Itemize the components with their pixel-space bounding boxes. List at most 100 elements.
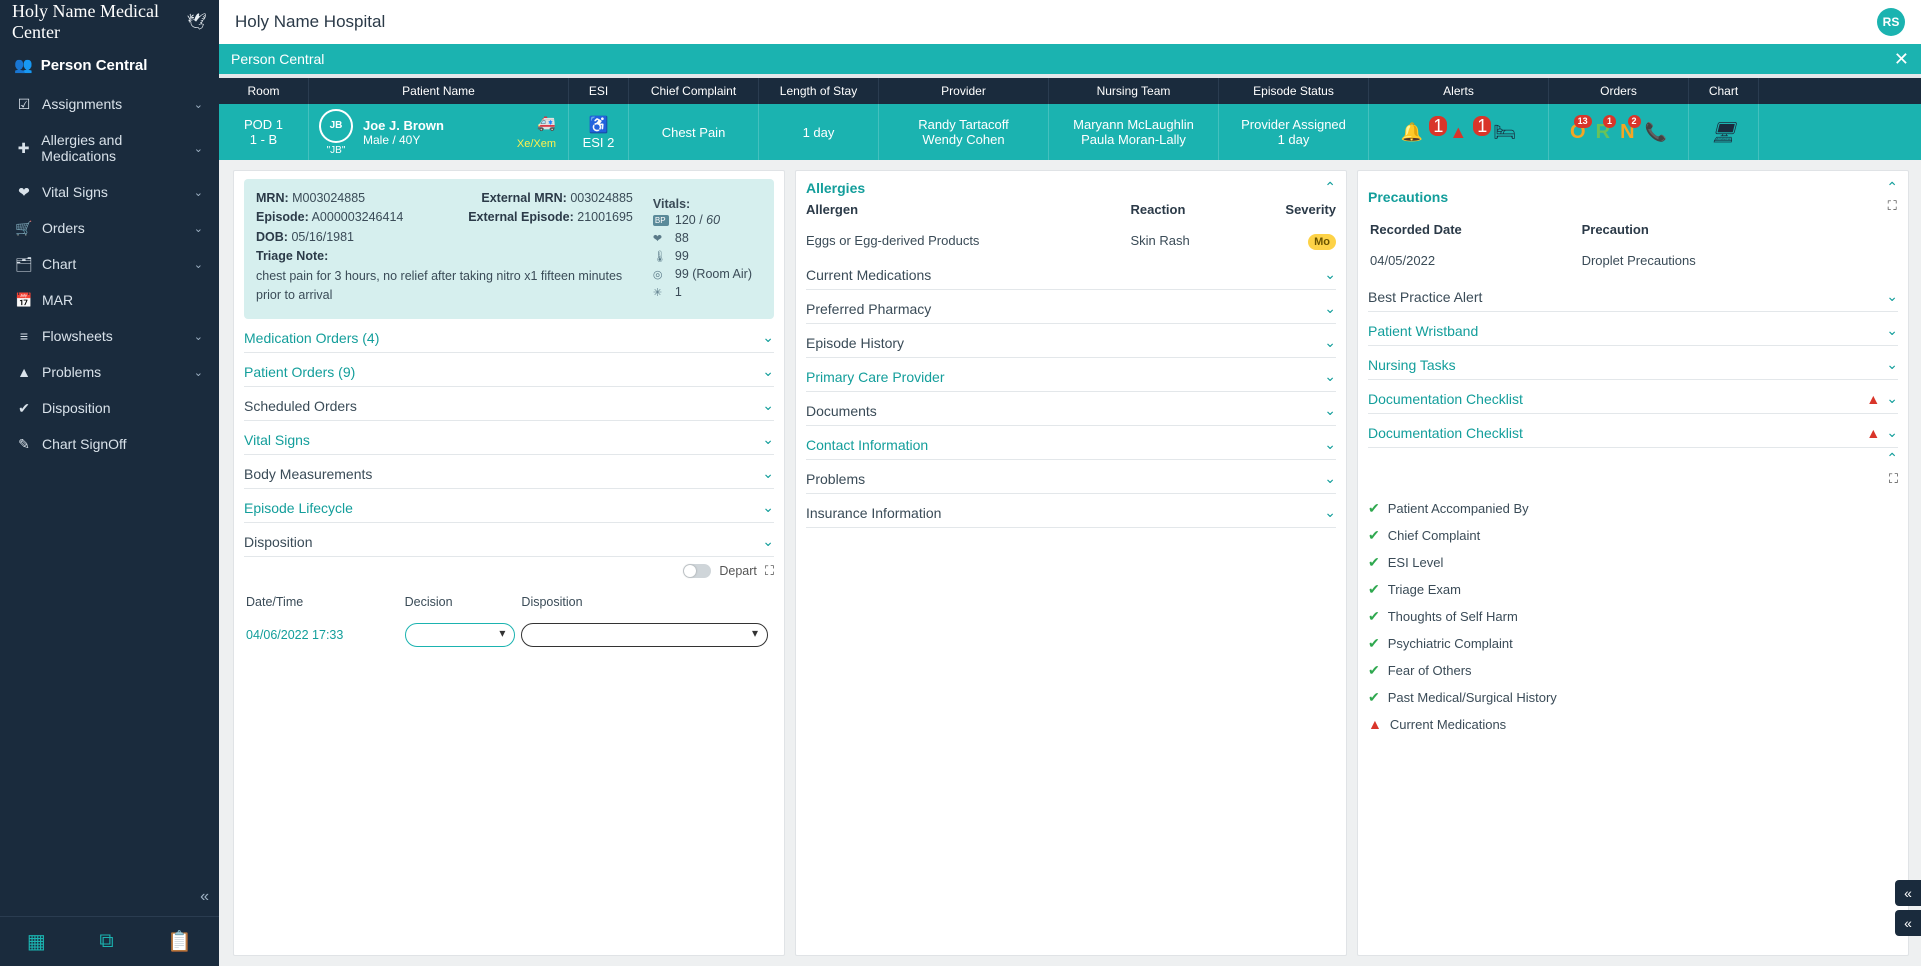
alert-badge: 1 xyxy=(1473,116,1491,136)
alerts-cell: 🔔1 ▲1 🛏 xyxy=(1369,104,1549,160)
checklist-item[interactable]: ✔Patient Accompanied By xyxy=(1368,495,1898,522)
length-of-stay: 1 day xyxy=(759,104,879,160)
sidebar-item-disposition[interactable]: ✔Disposition xyxy=(0,390,219,426)
close-icon[interactable]: ✕ xyxy=(1894,49,1909,70)
vitals-card: Vitals: BP 120 / 60 ❤88 🌡99 ◎99 (Room Ai… xyxy=(643,189,762,309)
orders-r[interactable]: R1 xyxy=(1596,121,1610,144)
allergies-table: Allergen Reaction Severity Eggs or Egg-d… xyxy=(806,196,1336,256)
chart-cell[interactable]: 🖥 xyxy=(1689,104,1759,160)
checklist-item[interactable]: ✔Psychiatric Complaint xyxy=(1368,630,1898,657)
logo: Holy Name Medical Center 🕊 xyxy=(0,0,219,44)
orders-n[interactable]: N2 xyxy=(1620,121,1634,144)
chevron-down-icon: ⌄ xyxy=(1324,402,1336,419)
chevron-down-icon: ⌄ xyxy=(1886,322,1898,339)
popout-icon[interactable]: ⧉ xyxy=(99,930,113,953)
dispo-datetime[interactable]: 04/06/2022 17:33 xyxy=(246,617,403,653)
orders-o[interactable]: O13 xyxy=(1570,121,1586,144)
person-central-label: Person Central xyxy=(231,51,324,67)
precautions-title: Precautions xyxy=(1368,189,1448,205)
allergy-row: Eggs or Egg-derived Products Skin Rash M… xyxy=(806,225,1336,256)
sidebar-item-assignments[interactable]: ☑Assignments⌄ xyxy=(0,86,219,122)
checklist-item[interactable]: ✔Triage Exam xyxy=(1368,576,1898,603)
provider-cell: Randy Tartacoff Wendy Cohen xyxy=(879,104,1049,160)
section-patient-orders-[interactable]: Patient Orders (9)⌄ xyxy=(244,353,774,387)
bell-icon[interactable]: 🔔1 xyxy=(1401,122,1441,143)
section-title: Documentation Checklist xyxy=(1368,391,1523,407)
nav-icon: ✎ xyxy=(16,436,32,452)
chevron-down-icon: ⌄ xyxy=(762,397,774,414)
section-primary-care-provider[interactable]: Primary Care Provider⌄ xyxy=(806,358,1336,392)
section-title: Medication Orders (4) xyxy=(244,330,379,346)
section-preferred-pharmacy[interactable]: Preferred Pharmacy⌄ xyxy=(806,290,1336,324)
sidebar-item-chart[interactable]: 🗂Chart⌄ xyxy=(0,246,219,282)
sidebar-item-chart-signoff[interactable]: ✎Chart SignOff xyxy=(0,426,219,462)
expand-icon[interactable]: ⛶ xyxy=(765,563,774,579)
fallrisk-icon[interactable]: 🛏 xyxy=(1493,122,1516,143)
section-contact-information[interactable]: Contact Information⌄ xyxy=(806,426,1336,460)
prec-th-date: Recorded Date xyxy=(1370,216,1580,243)
section-medication-orders-[interactable]: Medication Orders (4)⌄ xyxy=(244,319,774,353)
nurse-2: Paula Moran-Lally xyxy=(1081,132,1186,147)
section-current-medications[interactable]: Current Medications⌄ xyxy=(806,256,1336,290)
alert-triangle-icon[interactable]: ▲1 xyxy=(1449,122,1485,143)
section-documents[interactable]: Documents⌄ xyxy=(806,392,1336,426)
checklist-item[interactable]: ✔Chief Complaint xyxy=(1368,522,1898,549)
check-ok-icon: ✔ xyxy=(1368,608,1380,625)
sidebar-item-mar[interactable]: 📅MAR xyxy=(0,282,219,318)
disposition-title: Disposition xyxy=(244,534,312,550)
section-episode-history[interactable]: Episode History⌄ xyxy=(806,324,1336,358)
sidebar-item-vital-signs[interactable]: ❤Vital Signs⌄ xyxy=(0,174,219,210)
precautions-header[interactable]: Precautions ⌃ ⛶ xyxy=(1368,179,1898,214)
section-title: Episode Lifecycle xyxy=(244,500,353,516)
section-nursing-tasks[interactable]: Nursing Tasks⌄ xyxy=(1368,346,1898,380)
disposition-select[interactable] xyxy=(521,623,768,647)
sidebar-collapse[interactable]: « xyxy=(0,884,219,916)
checklist-item[interactable]: ✔Fear of Others xyxy=(1368,657,1898,684)
chevron-down-icon: ⌄ xyxy=(762,533,774,550)
room-line2: 1 - B xyxy=(250,132,277,147)
nav-icon: ✚ xyxy=(16,140,31,156)
chevron-down-icon: ⌄ xyxy=(1886,356,1898,373)
expand-icon[interactable]: ⛶ xyxy=(1889,471,1898,487)
depart-toggle[interactable] xyxy=(683,564,711,578)
section-documentation-checklist[interactable]: Documentation Checklist▲⌄ xyxy=(1368,414,1898,448)
section-scheduled-orders[interactable]: Scheduled Orders⌄ xyxy=(244,387,774,421)
decision-select[interactable] xyxy=(405,623,516,647)
patient-row[interactable]: POD 1 1 - B JB "JB" Joe J. Brown Male / … xyxy=(219,104,1921,160)
nav-label: Problems xyxy=(42,364,101,380)
orders-r-badge: 1 xyxy=(1603,115,1616,128)
section-patient-wristband[interactable]: Patient Wristband⌄ xyxy=(1368,312,1898,346)
sidebar-item-allergies-and-medications[interactable]: ✚Allergies and Medications⌄ xyxy=(0,122,219,174)
section-insurance-information[interactable]: Insurance Information⌄ xyxy=(806,494,1336,528)
expand-icon[interactable]: ⛶ xyxy=(1888,198,1897,214)
dispo-th-disposition: Disposition xyxy=(521,587,772,615)
section-documentation-checklist[interactable]: Documentation Checklist▲⌄ xyxy=(1368,380,1898,414)
section-best-practice-alert[interactable]: Best Practice Alert⌄ xyxy=(1368,278,1898,312)
user-avatar[interactable]: RS xyxy=(1877,8,1905,36)
section-title: Contact Information xyxy=(806,437,928,453)
apps-icon[interactable]: ▦ xyxy=(27,929,46,954)
chevron-down-icon: ⌄ xyxy=(194,142,203,155)
phone-icon[interactable]: 📞 xyxy=(1645,122,1667,143)
provider-2: Wendy Cohen xyxy=(922,132,1004,147)
section-vital-signs[interactable]: Vital Signs⌄ xyxy=(244,421,774,455)
section-body-measurements[interactable]: Body Measurements⌄ xyxy=(244,455,774,489)
sidebar-item-orders[interactable]: 🛒Orders⌄ xyxy=(0,210,219,246)
checklist-item[interactable]: ▲Current Medications xyxy=(1368,711,1898,737)
section-problems[interactable]: Problems⌄ xyxy=(806,460,1336,494)
right-panel-toggle-1[interactable]: « xyxy=(1895,880,1921,906)
right-panel-toggle-2[interactable]: « xyxy=(1895,910,1921,936)
checklist-item[interactable]: ✔Past Medical/Surgical History xyxy=(1368,684,1898,711)
chevron-up-icon[interactable]: ⌃ xyxy=(1886,450,1898,467)
section-episode-lifecycle[interactable]: Episode Lifecycle⌄ xyxy=(244,489,774,523)
section-disposition[interactable]: Disposition ⌄ xyxy=(244,523,774,557)
checklist-item[interactable]: ✔ESI Level xyxy=(1368,549,1898,576)
sidebar-item-problems[interactable]: ▲Problems⌄ xyxy=(0,354,219,390)
checklist-item[interactable]: ✔Thoughts of Self Harm xyxy=(1368,603,1898,630)
depart-label: Depart xyxy=(719,564,757,578)
calendar-icon[interactable]: 📋 xyxy=(167,929,192,954)
allergies-header[interactable]: Allergies ⌃ xyxy=(806,179,1336,196)
sidebar-title: 👥 Person Central xyxy=(0,44,219,86)
sidebar-item-flowsheets[interactable]: ≡Flowsheets⌄ xyxy=(0,318,219,354)
bp-sep: / xyxy=(696,213,706,227)
